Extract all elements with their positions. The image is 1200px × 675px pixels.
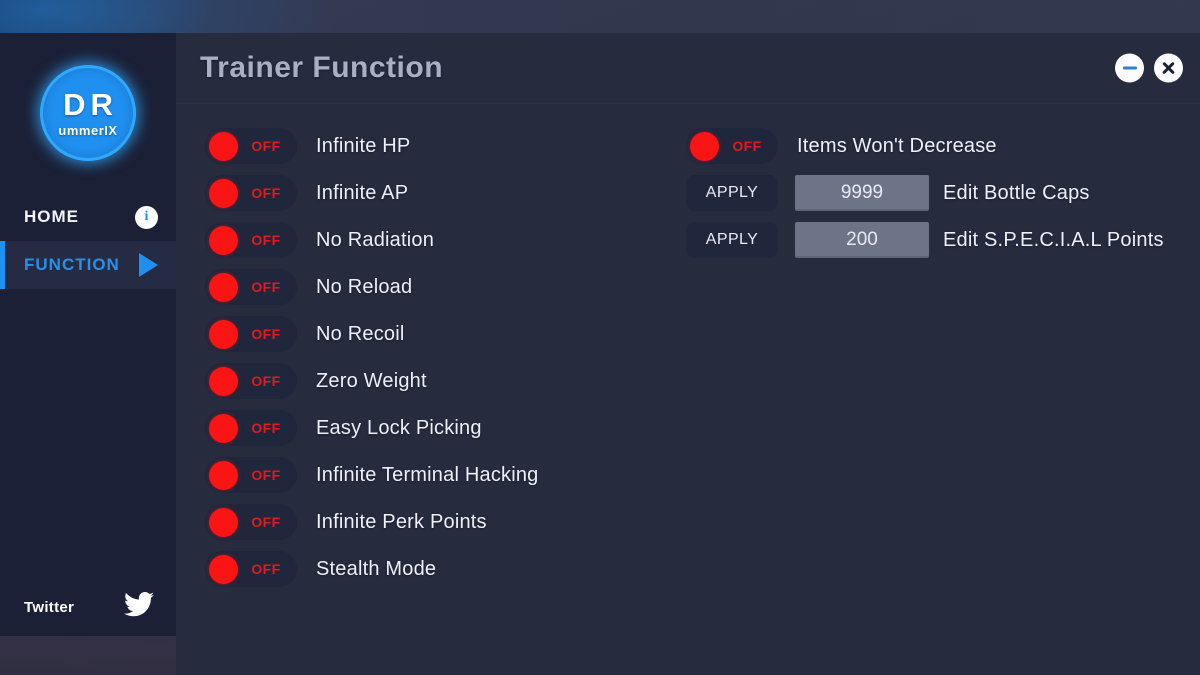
toggle-items-wont-decrease[interactable]: OFF [686, 128, 778, 164]
apply-special-points-button[interactable]: APPLY [686, 222, 778, 258]
twitter-link[interactable]: Twitter [0, 578, 176, 636]
function-label: Edit Bottle Caps [943, 181, 1090, 204]
function-row: OFF Infinite Perk Points [205, 502, 675, 542]
toggle-state-label: OFF [732, 138, 762, 154]
function-label: Zero Weight [316, 369, 427, 392]
toggle-knob [209, 272, 238, 302]
toggle-state-label: OFF [251, 279, 281, 295]
function-row: APPLY Edit S.P.E.C.I.A.L Points [686, 220, 1164, 260]
function-row: OFF Items Won't Decrease [686, 126, 1164, 166]
drummerix-logo: DR ummerIX [40, 65, 136, 161]
main-panel: Trainer Function OFF Infinite HP OFF Inf… [176, 33, 1200, 675]
function-row: OFF Easy Lock Picking [205, 408, 675, 448]
title-bar: Trainer Function [176, 33, 1200, 104]
function-row: OFF No Reload [205, 267, 675, 307]
function-label: Easy Lock Picking [316, 416, 482, 439]
minimize-icon [1122, 66, 1137, 70]
toggle-state-label: OFF [251, 232, 281, 248]
sidebar: DR ummerIX HOME i FUNCTION Twitter [0, 33, 176, 636]
function-column-right: OFF Items Won't Decrease APPLY Edit Bott… [686, 126, 1164, 596]
toggle-infinite-ap[interactable]: OFF [205, 175, 297, 211]
close-icon [1161, 61, 1176, 76]
logo-line-2: ummerIX [58, 123, 118, 138]
toggle-state-label: OFF [251, 373, 281, 389]
toggle-knob [209, 460, 238, 490]
toggle-knob [209, 131, 238, 161]
toggle-knob [209, 507, 238, 537]
minimize-button[interactable] [1115, 53, 1144, 83]
function-column-left: OFF Infinite HP OFF Infinite AP OFF No R… [205, 126, 675, 596]
twitter-bird-icon[interactable] [124, 592, 154, 622]
function-row: OFF Zero Weight [205, 361, 675, 401]
toggle-state-label: OFF [251, 326, 281, 342]
toggle-state-label: OFF [251, 514, 281, 530]
close-button[interactable] [1154, 53, 1183, 83]
function-row: APPLY Edit Bottle Caps [686, 173, 1164, 213]
function-label: Infinite HP [316, 134, 411, 157]
toggle-knob [209, 413, 238, 443]
toggle-state-label: OFF [251, 138, 281, 154]
toggle-no-recoil[interactable]: OFF [205, 316, 297, 352]
function-columns: OFF Infinite HP OFF Infinite AP OFF No R… [176, 104, 1200, 596]
function-label: Infinite Terminal Hacking [316, 463, 539, 486]
toggle-knob [209, 225, 238, 255]
toggle-stealth-mode[interactable]: OFF [205, 551, 297, 587]
toggle-state-label: OFF [251, 467, 281, 483]
logo-container: DR ummerIX [0, 33, 176, 193]
toggle-zero-weight[interactable]: OFF [205, 363, 297, 399]
toggle-knob [209, 319, 238, 349]
toggle-easy-lock-picking[interactable]: OFF [205, 410, 297, 446]
play-triangle-icon [139, 253, 158, 277]
toggle-infinite-perk-points[interactable]: OFF [205, 504, 297, 540]
function-row: OFF Infinite HP [205, 126, 675, 166]
logo-line-1: DR [63, 87, 118, 122]
function-label: No Reload [316, 275, 413, 298]
function-row: OFF Infinite Terminal Hacking [205, 455, 675, 495]
toggle-infinite-terminal-hacking[interactable]: OFF [205, 457, 297, 493]
function-row: OFF No Recoil [205, 314, 675, 354]
sidebar-item-function[interactable]: FUNCTION [0, 241, 176, 289]
toggle-knob [209, 554, 238, 584]
function-label: Infinite AP [316, 181, 409, 204]
function-row: OFF No Radiation [205, 220, 675, 260]
toggle-knob [690, 131, 719, 161]
function-label: Items Won't Decrease [797, 134, 997, 157]
twitter-label: Twitter [24, 598, 75, 616]
function-label: Stealth Mode [316, 557, 437, 580]
page-title: Trainer Function [200, 51, 444, 84]
function-row: OFF Infinite AP [205, 173, 675, 213]
trainer-window: DR ummerIX HOME i FUNCTION Twitter Train… [0, 33, 1200, 675]
toggle-no-reload[interactable]: OFF [205, 269, 297, 305]
sidebar-item-home-label: HOME [24, 207, 79, 226]
info-icon[interactable]: i [135, 205, 158, 229]
toggle-knob [209, 178, 238, 208]
function-label: No Radiation [316, 228, 435, 251]
window-controls [1115, 53, 1183, 83]
toggle-no-radiation[interactable]: OFF [205, 222, 297, 258]
function-label: Infinite Perk Points [316, 510, 487, 533]
toggle-knob [209, 366, 238, 396]
toggle-state-label: OFF [251, 561, 281, 577]
function-label: No Recoil [316, 322, 405, 345]
sidebar-item-home[interactable]: HOME i [0, 193, 176, 241]
sidebar-item-function-label: FUNCTION [24, 255, 120, 274]
function-label: Edit S.P.E.C.I.A.L Points [943, 228, 1164, 251]
bottle-caps-input[interactable] [795, 175, 929, 211]
toggle-state-label: OFF [251, 420, 281, 436]
toggle-infinite-hp[interactable]: OFF [205, 128, 297, 164]
function-row: OFF Stealth Mode [205, 549, 675, 589]
special-points-input[interactable] [795, 222, 929, 258]
toggle-state-label: OFF [251, 185, 281, 201]
apply-bottle-caps-button[interactable]: APPLY [686, 175, 778, 211]
